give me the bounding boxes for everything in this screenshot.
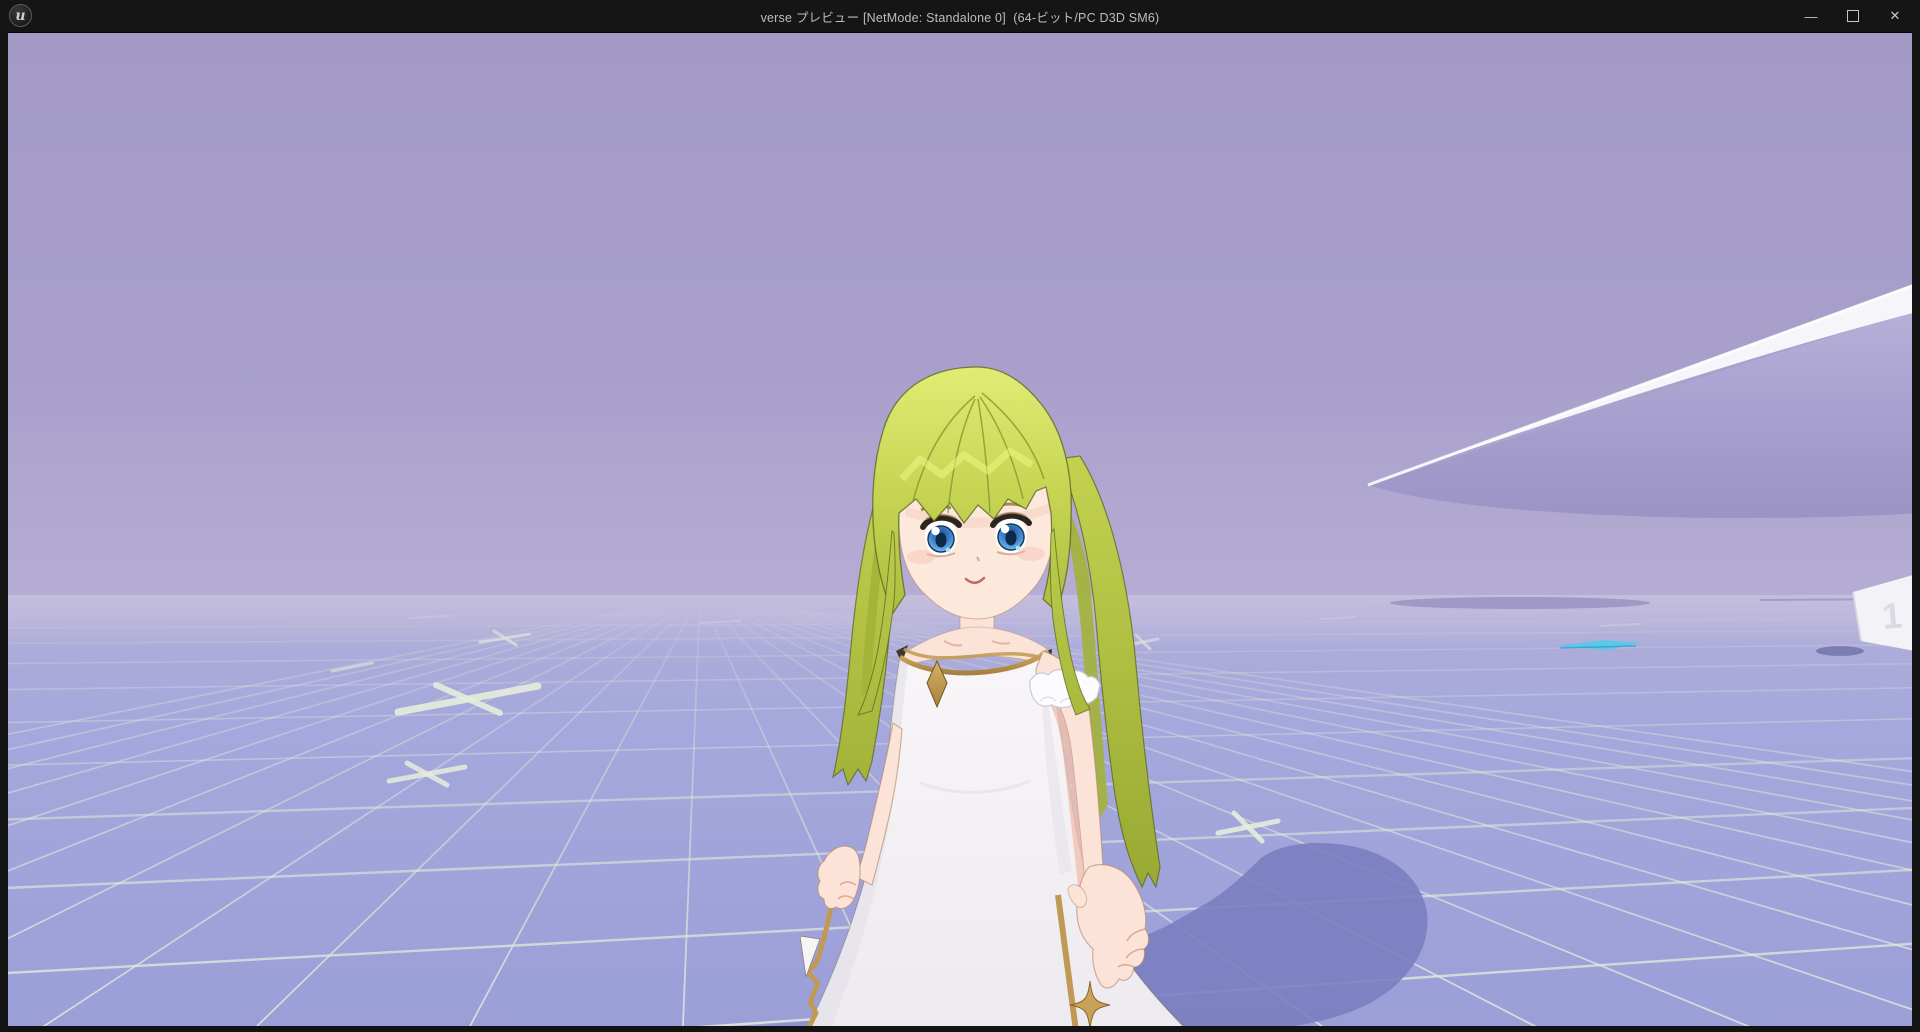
maximize-button[interactable]: [1832, 0, 1874, 32]
sign-shadow: [1816, 646, 1864, 656]
sign-label: 1: [1880, 594, 1904, 637]
app-window: u verse プレビュー [NetMode: Standalone 0] (6…: [0, 0, 1920, 1032]
close-button[interactable]: ✕: [1874, 0, 1916, 32]
disc-floor-shadow: [1390, 597, 1650, 609]
close-icon: ✕: [1890, 8, 1901, 24]
minimize-icon: —: [1805, 9, 1818, 24]
window-title: verse プレビュー [NetMode: Standalone 0] (64-…: [0, 7, 1920, 26]
window-controls: — ✕: [1790, 0, 1916, 32]
maximize-icon: [1847, 10, 1859, 22]
logo-glyph: u: [15, 8, 25, 24]
minimize-button[interactable]: —: [1790, 0, 1832, 32]
unreal-engine-logo-icon: u: [9, 4, 32, 27]
titlebar[interactable]: u verse プレビュー [NetMode: Standalone 0] (6…: [0, 0, 1920, 32]
game-viewport[interactable]: 1: [8, 32, 1912, 1026]
